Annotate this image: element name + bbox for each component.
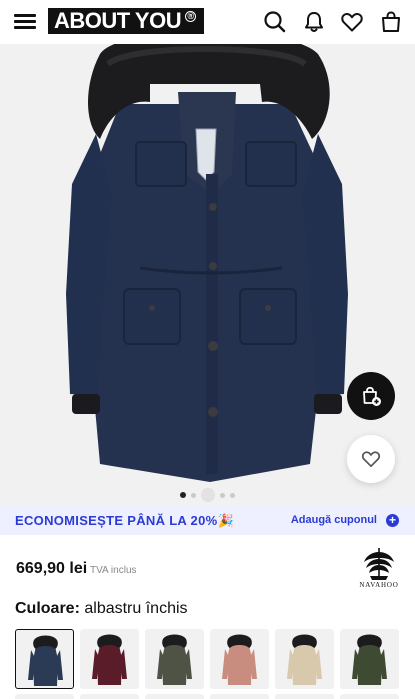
bell-icon[interactable] xyxy=(301,9,327,35)
color-label: Culoare: albastru închis xyxy=(15,600,188,618)
pagination-dot[interactable] xyxy=(220,492,225,498)
add-to-bag-button[interactable] xyxy=(347,372,395,420)
search-icon[interactable] xyxy=(262,9,288,35)
product-price: 669,90 lei xyxy=(16,560,88,577)
pagination-dot[interactable] xyxy=(180,492,186,498)
menu-icon[interactable] xyxy=(14,12,36,30)
product-image[interactable] xyxy=(0,44,415,506)
add-coupon-link[interactable]: Adaugă cuponul xyxy=(291,514,377,526)
swatch-partial[interactable] xyxy=(340,694,399,699)
registered-mark: ® xyxy=(185,10,197,22)
color-swatch[interactable] xyxy=(340,629,399,689)
top-header: ABOUT YOU ® xyxy=(0,0,415,44)
color-swatch[interactable] xyxy=(80,629,139,689)
pagination-dot[interactable] xyxy=(201,488,215,502)
color-swatch[interactable] xyxy=(275,629,334,689)
parka-illustration xyxy=(66,44,348,482)
add-coupon-plus-icon[interactable]: + xyxy=(386,514,399,527)
color-value: albastru închis xyxy=(84,600,188,617)
pagination-dot[interactable] xyxy=(230,492,235,498)
swatch-partial[interactable] xyxy=(210,694,269,699)
swatch-partial[interactable] xyxy=(275,694,334,699)
heart-icon[interactable] xyxy=(339,9,365,35)
shopping-bag-icon[interactable] xyxy=(378,9,404,35)
swatch-partial[interactable] xyxy=(80,694,139,699)
swatch-partial[interactable] xyxy=(145,694,204,699)
promo-text: ECONOMISEȘTE PÂNĂ LA 20%🎉 xyxy=(15,513,234,528)
color-swatch[interactable] xyxy=(145,629,204,689)
color-swatch[interactable] xyxy=(15,629,74,689)
color-label-title: Culoare: xyxy=(15,600,80,617)
gallery-pagination[interactable] xyxy=(0,488,415,502)
heart-outline-icon xyxy=(361,451,381,468)
add-to-wishlist-button[interactable] xyxy=(347,435,395,483)
brand-text: ABOUT YOU xyxy=(54,8,182,33)
color-swatches-row-2 xyxy=(15,694,399,699)
color-swatch[interactable] xyxy=(210,629,269,689)
brand-name: NAVAHOO xyxy=(359,581,399,589)
color-swatches xyxy=(15,629,399,689)
promo-banner: ECONOMISEȘTE PÂNĂ LA 20%🎉 Adaugă cuponul… xyxy=(0,506,415,535)
swatch-partial[interactable] xyxy=(15,694,74,699)
bag-plus-icon xyxy=(363,386,381,406)
vat-note: TVA inclus xyxy=(90,565,137,576)
about-you-logo[interactable]: ABOUT YOU ® xyxy=(48,8,205,34)
pagination-dot[interactable] xyxy=(191,492,196,498)
